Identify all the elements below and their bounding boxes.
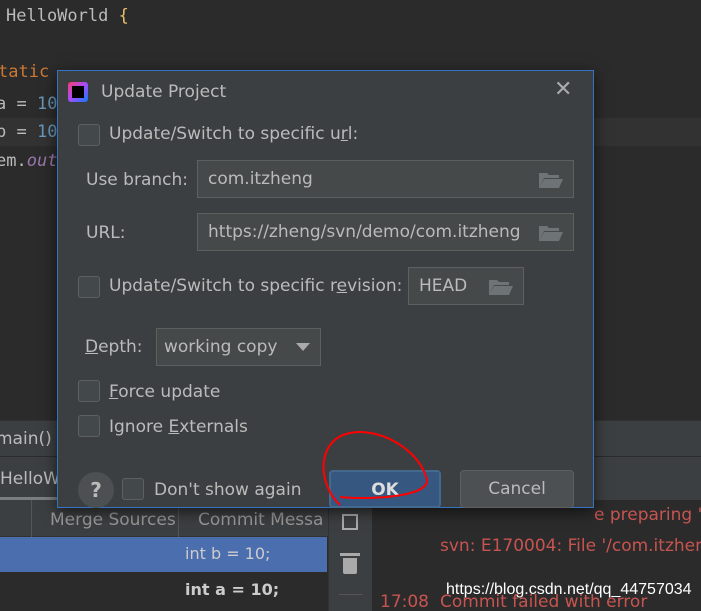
log-time: 17:08: [380, 592, 429, 611]
close-icon[interactable]: ✕: [554, 77, 572, 102]
export-icon[interactable]: [342, 514, 358, 530]
tab-helloworld[interactable]: HelloW: [0, 469, 60, 489]
cancel-button[interactable]: Cancel: [460, 470, 574, 508]
commit-table: Merge Sources Commit Messa int b = 10; i…: [0, 500, 328, 611]
column-divider: [31, 500, 32, 537]
code-line-out: em.out: [0, 151, 58, 171]
help-button[interactable]: ?: [78, 472, 114, 508]
ignore-externals-label: Ignore Externals: [109, 417, 248, 437]
code-line-a: a = 10: [0, 94, 58, 114]
branch-field[interactable]: com.itzheng: [197, 160, 574, 198]
table-row[interactable]: int b = 10;: [0, 537, 327, 572]
url-label: URL:: [86, 223, 126, 243]
folder-icon[interactable]: [539, 224, 563, 241]
intellij-logo-icon: [68, 82, 88, 102]
code-line-b: b = 10: [0, 122, 58, 142]
log-toolbar: [328, 500, 372, 611]
revision-field[interactable]: HEAD: [408, 267, 524, 305]
ignore-externals-checkbox[interactable]: [78, 415, 100, 437]
dont-show-again-label: Don't show again: [154, 480, 302, 500]
specific-url-checkbox[interactable]: [78, 124, 100, 146]
depth-label: Depth:: [85, 337, 143, 357]
force-update-label: Force update: [109, 382, 221, 402]
dialog-title: Update Project: [101, 82, 227, 102]
logo-inner: [72, 86, 84, 98]
specific-revision-label: Update/Switch to specific revision:: [109, 276, 403, 296]
url-field[interactable]: https://zheng/svn/demo/com.itzheng: [197, 213, 574, 251]
red-annotation-circle: [322, 431, 429, 506]
folder-icon[interactable]: [489, 278, 513, 295]
log-line: e preparing 'D: [594, 505, 701, 525]
table-row[interactable]: int a = 10;: [0, 572, 327, 608]
brace: {: [118, 6, 129, 26]
chevron-down-icon: [296, 343, 310, 351]
dont-show-again-checkbox[interactable]: [122, 478, 144, 500]
column-commit-message[interactable]: Commit Messa: [198, 510, 323, 530]
breadcrumb-main[interactable]: main(): [0, 429, 52, 449]
revision-value: HEAD: [419, 276, 468, 296]
toolbar-divider: [339, 594, 363, 595]
depth-dropdown[interactable]: working copy: [156, 328, 321, 366]
code-line-static: tatic: [0, 62, 50, 82]
log-line: svn: E170004: File '/com.itzheng/: [440, 536, 701, 556]
code-line-class: HelloWorld {: [6, 6, 129, 26]
folder-icon[interactable]: [539, 171, 563, 188]
trash-lid: [340, 553, 360, 556]
depth-value: working copy: [164, 337, 278, 357]
specific-revision-checkbox[interactable]: [78, 276, 100, 298]
trash-icon[interactable]: [343, 558, 357, 574]
watermark: https://blog.csdn.net/qq_44757034: [446, 581, 692, 598]
specific-url-label: Update/Switch to specific url:: [109, 124, 359, 144]
branch-value: com.itzheng: [208, 169, 313, 189]
column-merge-sources[interactable]: Merge Sources: [50, 510, 176, 530]
row-message: int a = 10;: [185, 580, 280, 599]
branch-label: Use branch:: [86, 170, 188, 190]
force-update-checkbox[interactable]: [78, 380, 100, 402]
row-message: int b = 10;: [185, 544, 271, 563]
class-name: HelloWorld: [6, 6, 109, 26]
url-value: https://zheng/svn/demo/com.itzheng: [208, 222, 521, 242]
